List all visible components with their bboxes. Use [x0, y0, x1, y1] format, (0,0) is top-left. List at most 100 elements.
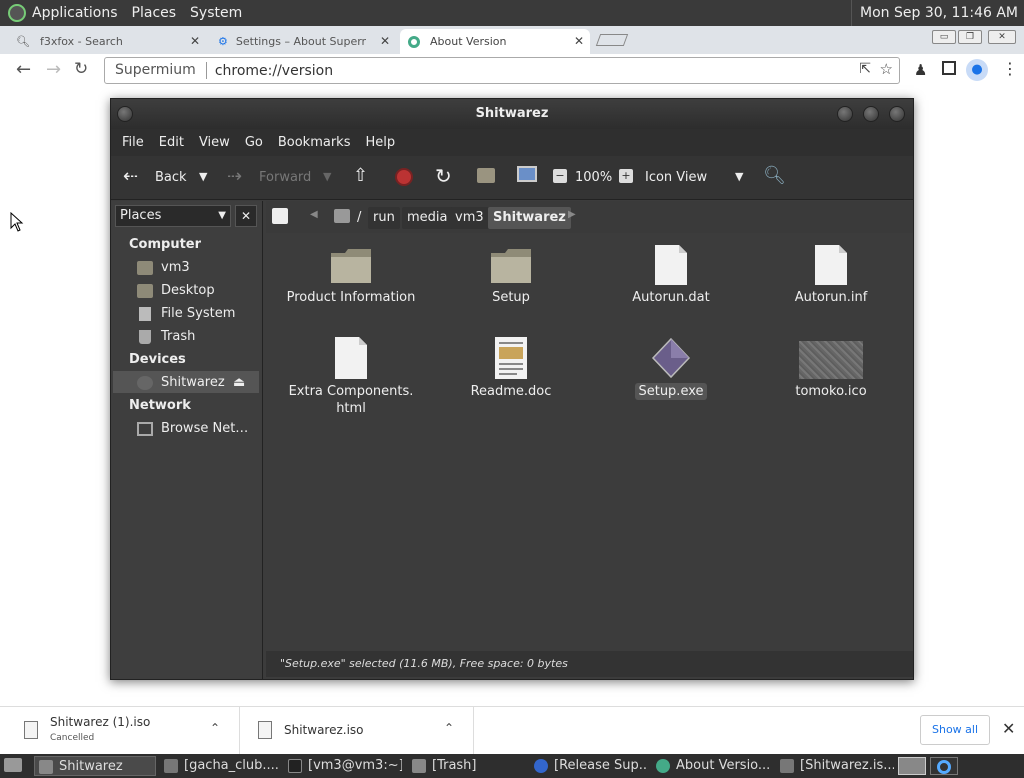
- computer-icon[interactable]: [517, 166, 537, 182]
- applications-menu[interactable]: Applications: [32, 5, 118, 21]
- share-icon[interactable]: ⇱: [859, 61, 871, 77]
- file-item[interactable]: tomoko.ico: [756, 337, 906, 400]
- back-dropdown-icon[interactable]: ▼: [199, 170, 207, 183]
- taskbar-item-gacha[interactable]: [gacha_club....: [160, 756, 278, 776]
- path-left-icon[interactable]: ◀: [310, 209, 318, 220]
- menu-edit[interactable]: Edit: [159, 135, 184, 150]
- maximize-button[interactable]: ❐: [958, 30, 982, 44]
- view-dropdown-icon[interactable]: ▼: [735, 170, 743, 183]
- bookmark-star-icon[interactable]: ☆: [880, 60, 893, 78]
- taskbar-item-about-version[interactable]: About Versio...: [652, 756, 770, 776]
- taskbar-item-terminal[interactable]: [vm3@vm3:~]: [284, 756, 402, 776]
- omnibox[interactable]: Supermium chrome://version ⇱ ☆: [104, 57, 900, 84]
- minimize-button[interactable]: [837, 106, 853, 122]
- window-title[interactable]: Shitwarez: [111, 99, 913, 129]
- zoom-out-icon[interactable]: −: [553, 169, 567, 183]
- root-drive-icon[interactable]: [334, 209, 350, 223]
- status-bar: "Setup.exe" selected (11.6 MB), Free spa…: [266, 651, 913, 677]
- places-selector[interactable]: Places ▼: [115, 205, 231, 227]
- download-item[interactable]: Shitwarez.iso ⌃: [240, 707, 474, 755]
- zoom-in-icon[interactable]: +: [619, 169, 633, 183]
- file-item[interactable]: Extra Components. html: [276, 337, 426, 417]
- eject-icon[interactable]: ⏏: [233, 375, 245, 390]
- window-menu-button[interactable]: [117, 106, 133, 122]
- folder-icon: [39, 760, 53, 774]
- taskbar-item-release[interactable]: [Release Sup...: [530, 756, 648, 776]
- show-desktop-icon[interactable]: [4, 758, 22, 772]
- file-item[interactable]: Setup: [436, 245, 586, 306]
- file-item[interactable]: Readme.doc: [436, 337, 586, 400]
- crumb-vm3[interactable]: vm3: [450, 207, 489, 229]
- site-chip[interactable]: Supermium: [105, 62, 207, 79]
- profile-avatar-icon[interactable]: ●: [966, 59, 988, 81]
- stop-icon[interactable]: [395, 168, 413, 186]
- taskbar-item-shitwarez-iso[interactable]: [Shitwarez.is...: [776, 756, 894, 776]
- clock[interactable]: Mon Sep 30, 11:46 AM: [851, 0, 1018, 26]
- crumb-media[interactable]: media: [402, 207, 453, 229]
- new-tab-button[interactable]: [595, 34, 629, 46]
- menu-file[interactable]: File: [122, 135, 144, 150]
- menu-go[interactable]: Go: [245, 135, 263, 150]
- url-text[interactable]: chrome://version: [207, 63, 333, 79]
- side-panel-icon[interactable]: [942, 61, 956, 75]
- distro-logo-icon[interactable]: [8, 4, 26, 22]
- download-item[interactable]: Shitwarez (1).iso Cancelled ⌃: [0, 707, 240, 755]
- show-all-button[interactable]: Show all: [920, 715, 990, 745]
- forward-dropdown-icon[interactable]: ▼: [323, 170, 331, 183]
- close-sidebar-icon[interactable]: ✕: [235, 205, 257, 227]
- sidebar-item-desktop[interactable]: Desktop: [137, 283, 215, 298]
- reload-icon[interactable]: ↻: [435, 164, 452, 188]
- back-arrow-icon[interactable]: ⇠: [123, 166, 138, 187]
- search-icon[interactable]: 🔍︎: [763, 165, 786, 186]
- home-folder-icon[interactable]: [477, 168, 495, 183]
- forward-arrow-icon[interactable]: →: [46, 59, 61, 80]
- sidebar-item-file-system[interactable]: File System: [137, 306, 235, 321]
- close-icon[interactable]: ✕: [574, 34, 584, 48]
- workspace-2-icon[interactable]: [930, 757, 958, 775]
- folder-icon: [164, 759, 178, 773]
- file-item[interactable]: Product Information: [276, 245, 426, 306]
- close-window-button[interactable]: ✕: [988, 30, 1016, 44]
- file-item[interactable]: Autorun.dat: [596, 245, 746, 306]
- extension-icon[interactable]: ♟: [914, 61, 927, 79]
- close-button[interactable]: [889, 106, 905, 122]
- close-icon[interactable]: ✕: [190, 34, 200, 48]
- system-menu[interactable]: System: [190, 5, 242, 21]
- forward-button[interactable]: Forward: [259, 170, 311, 185]
- menu-help[interactable]: Help: [365, 135, 395, 150]
- minimize-button[interactable]: ▭: [932, 30, 956, 44]
- sidebar-item-vm3[interactable]: vm3: [137, 260, 190, 275]
- menu-view[interactable]: View: [199, 135, 230, 150]
- menu-bookmarks[interactable]: Bookmarks: [278, 135, 351, 150]
- more-menu-icon[interactable]: ⋮: [1002, 59, 1018, 78]
- reload-icon[interactable]: ↻: [74, 59, 88, 79]
- chevron-up-icon[interactable]: ⌃: [444, 721, 454, 735]
- close-icon[interactable]: ✕: [1002, 719, 1015, 738]
- forward-arrow-icon[interactable]: ⇢: [227, 166, 242, 187]
- workspace-1-icon[interactable]: [898, 757, 926, 775]
- tab-settings[interactable]: ⚙ Settings – About Superm ✕: [210, 29, 396, 54]
- taskbar-item-trash[interactable]: [Trash]: [408, 756, 526, 776]
- close-icon[interactable]: ✕: [380, 34, 390, 48]
- view-mode-select[interactable]: Icon View: [645, 170, 707, 185]
- chevron-up-icon[interactable]: ⌃: [210, 721, 220, 735]
- sidebar-item-label: Trash: [161, 329, 196, 344]
- up-arrow-icon[interactable]: ⇧: [353, 165, 368, 186]
- crumb-shitwarez[interactable]: Shitwarez: [488, 207, 571, 229]
- path-right-icon[interactable]: ▶: [568, 209, 576, 220]
- taskbar-item-shitwarez[interactable]: Shitwarez: [34, 756, 156, 776]
- file-item[interactable]: Autorun.inf: [756, 245, 906, 306]
- file-item-selected[interactable]: Setup.exe: [596, 337, 746, 400]
- edit-path-icon[interactable]: [272, 208, 288, 224]
- back-button[interactable]: Back: [155, 170, 187, 185]
- sidebar-item-trash[interactable]: Trash: [137, 329, 195, 344]
- crumb-run[interactable]: run: [368, 207, 400, 229]
- crumb-root[interactable]: /: [352, 207, 366, 229]
- tab-search[interactable]: 🔍︎ f3xfox - Search ✕: [8, 29, 206, 54]
- sidebar-item-browse-network[interactable]: Browse Net…: [137, 421, 248, 436]
- places-menu[interactable]: Places: [132, 5, 177, 21]
- maximize-button[interactable]: [863, 106, 879, 122]
- tab-about-version[interactable]: About Version ✕: [400, 29, 590, 54]
- back-arrow-icon[interactable]: ←: [16, 59, 31, 80]
- sidebar-item-shitwarez-row[interactable]: Shitwarez: [137, 375, 225, 390]
